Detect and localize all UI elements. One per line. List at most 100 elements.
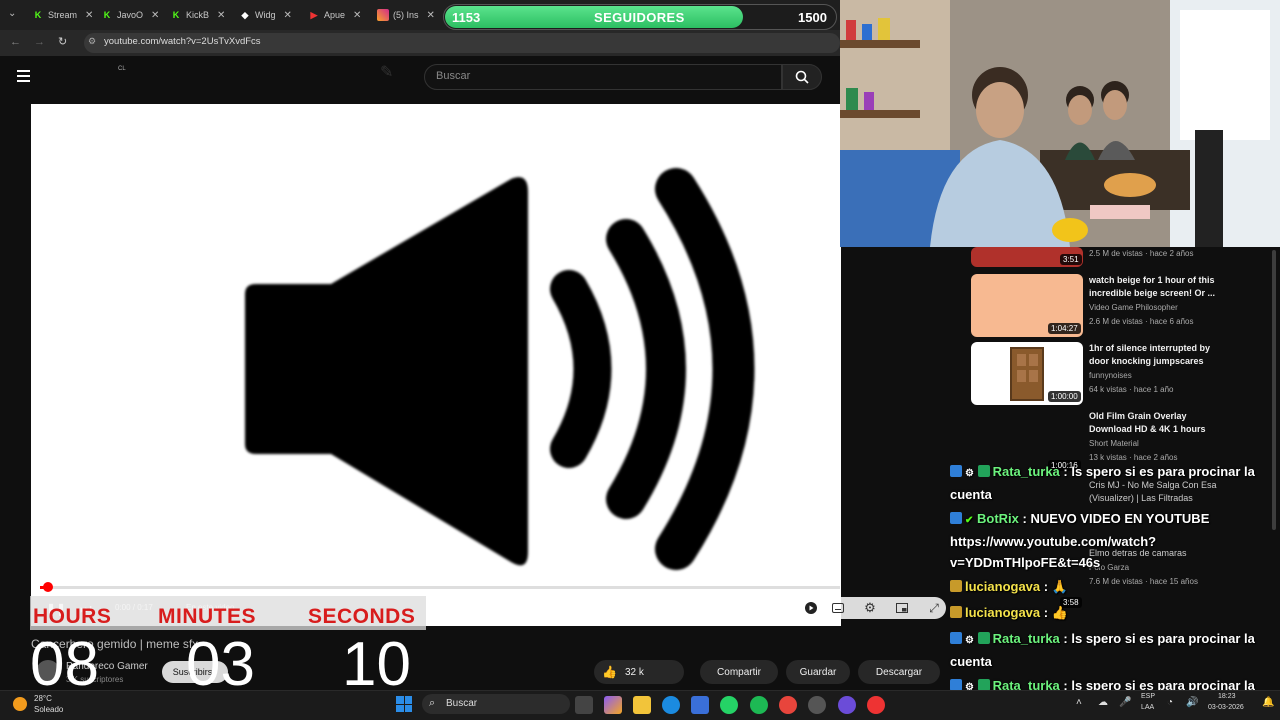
tab-label: JavoO: [117, 10, 144, 20]
reload-icon[interactable]: ↻: [58, 35, 67, 48]
chat-username[interactable]: lucianogava: [965, 579, 1040, 594]
download-button[interactable]: Descargar: [858, 660, 940, 684]
rec-channel[interactable]: funnynoises: [1089, 371, 1132, 380]
store-icon[interactable]: [691, 696, 709, 714]
tab-widget[interactable]: ◆ Widg ✕: [239, 4, 292, 26]
spotify-icon[interactable]: [750, 696, 768, 714]
goal-current: 1153: [452, 10, 481, 25]
tab-label: KickB: [186, 10, 210, 20]
search-button[interactable]: [782, 64, 822, 90]
close-icon[interactable]: ✕: [85, 10, 93, 21]
scrubber-handle[interactable]: [43, 582, 53, 592]
tab-search-icon[interactable]: ⌄: [8, 8, 16, 19]
clock-time[interactable]: 18:23: [1218, 693, 1236, 700]
thumbs-up-icon: 👍: [602, 665, 617, 679]
settings-button[interactable]: ⚙: [862, 600, 878, 616]
taskbar-search-label: Buscar: [446, 698, 478, 709]
timer-hours: 08: [30, 630, 99, 699]
windows-start-icon[interactable]: [396, 696, 412, 712]
chat-username[interactable]: Rata_turka: [993, 631, 1060, 646]
copilot-icon[interactable]: [604, 696, 622, 714]
search-placeholder: Buscar: [436, 70, 471, 82]
tab-kickbot[interactable]: K KickB ✕: [170, 4, 226, 26]
volume-icon[interactable]: 🔊: [1186, 697, 1198, 708]
lang-bottom[interactable]: LAA: [1141, 704, 1154, 711]
app-red-icon[interactable]: [867, 696, 885, 714]
timer-minutes: 03: [186, 630, 255, 699]
tab-label: (5) Ins: [393, 10, 419, 20]
tab-label: Stream: [48, 10, 78, 20]
chat-username[interactable]: Rata_turka: [993, 464, 1060, 479]
rec-meta: 64 k vistas · hace 1 año: [1089, 385, 1174, 394]
door-icon: [1010, 346, 1044, 401]
like-button[interactable]: 👍 32 k: [594, 660, 684, 684]
chat-text: 👍: [1051, 605, 1068, 620]
close-icon[interactable]: ✕: [284, 10, 292, 21]
rec-title[interactable]: Old Film Grain Overlay Download HD & 4K …: [1089, 410, 1219, 436]
kick-icon: K: [172, 10, 180, 20]
rec-title[interactable]: watch beige for 1 hour of this incredibl…: [1089, 274, 1219, 300]
video-player[interactable]: [31, 104, 841, 626]
bet-icon: ▶: [310, 9, 318, 20]
taskbar-search[interactable]: [422, 694, 570, 714]
timer-seconds: 10: [342, 630, 411, 699]
app-icon[interactable]: [808, 696, 826, 714]
chevron-up-icon[interactable]: ˄: [1076, 697, 1082, 708]
save-button[interactable]: Guardar: [786, 660, 850, 684]
rec-title[interactable]: 1hr of silence interrupted by door knock…: [1089, 342, 1219, 368]
lang-top[interactable]: ESP: [1141, 693, 1155, 700]
rec-channel[interactable]: Video Game Philosopher: [1089, 303, 1178, 312]
weather-temp: 28°C: [34, 694, 52, 703]
whatsapp-icon[interactable]: [720, 696, 738, 714]
goal-label: SEGUIDORES: [594, 10, 685, 25]
kick-badge-icon: [950, 465, 962, 477]
weather-icon[interactable]: [13, 697, 27, 711]
progress-track[interactable]: [40, 586, 840, 589]
chrome-icon[interactable]: [779, 696, 797, 714]
autoplay-toggle[interactable]: [803, 600, 819, 616]
site-info-icon[interactable]: ⚙: [88, 36, 96, 47]
miniplayer-button[interactable]: [894, 600, 910, 616]
close-icon[interactable]: ✕: [353, 10, 361, 21]
tab-stream[interactable]: K Stream ✕: [32, 4, 94, 26]
mic-icon[interactable]: 🎤: [1119, 697, 1131, 708]
close-icon[interactable]: ✕: [217, 10, 225, 21]
obs-icon[interactable]: [838, 696, 856, 714]
chat-message: ⚙ Rata_turka : ls spero si es para proci…: [950, 631, 1255, 669]
file-explorer-icon[interactable]: [633, 696, 651, 714]
notification-icon[interactable]: 🔔: [1262, 697, 1274, 708]
tab-apuestas[interactable]: ▶ Apue ✕: [308, 4, 362, 26]
goal-target: 1500: [798, 10, 827, 25]
tab-javoo[interactable]: K JavoO ✕: [101, 4, 160, 26]
close-icon[interactable]: ✕: [427, 10, 435, 21]
kick-badge-icon: [950, 512, 962, 524]
youtube-logo[interactable]: CL: [118, 66, 126, 72]
expand-icon: ⤢: [929, 600, 939, 615]
menu-icon[interactable]: [17, 70, 30, 82]
chat-text: 🙏: [1051, 579, 1068, 594]
speaker-volume-icon: [245, 168, 755, 570]
fullscreen-button[interactable]: ⤢: [926, 600, 942, 616]
task-view-icon[interactable]: [575, 696, 593, 714]
subtitles-button[interactable]: [830, 600, 846, 616]
search-input[interactable]: [424, 64, 782, 90]
subscriber-badge-icon: [977, 632, 990, 644]
edge-icon[interactable]: [662, 696, 680, 714]
chat-username[interactable]: lucianogava: [965, 605, 1040, 620]
chat-message: lucianogava : 🙏: [950, 576, 1275, 597]
chat-username[interactable]: BotRix: [977, 511, 1019, 526]
clock-date[interactable]: 03-03-2026: [1208, 704, 1244, 711]
forward-icon[interactable]: →: [34, 36, 45, 48]
like-count: 32 k: [624, 666, 644, 678]
back-icon[interactable]: ←: [10, 36, 21, 48]
timer-minutes-label: MINUTES: [158, 605, 256, 628]
share-button[interactable]: Compartir: [700, 660, 778, 684]
network-icon[interactable]: ☁: [1098, 697, 1108, 708]
url-text[interactable]: youtube.com/watch?v=2UsTvXvdFcs: [104, 36, 261, 47]
timer-seconds-label: SECONDS: [308, 605, 416, 628]
close-icon[interactable]: ✕: [151, 10, 159, 21]
instagram-icon: [377, 9, 389, 21]
rec-channel[interactable]: Short Material: [1089, 439, 1139, 448]
tab-instagram[interactable]: (5) Ins ✕: [377, 4, 435, 26]
wifi-icon[interactable]: ◔: [1167, 697, 1173, 708]
